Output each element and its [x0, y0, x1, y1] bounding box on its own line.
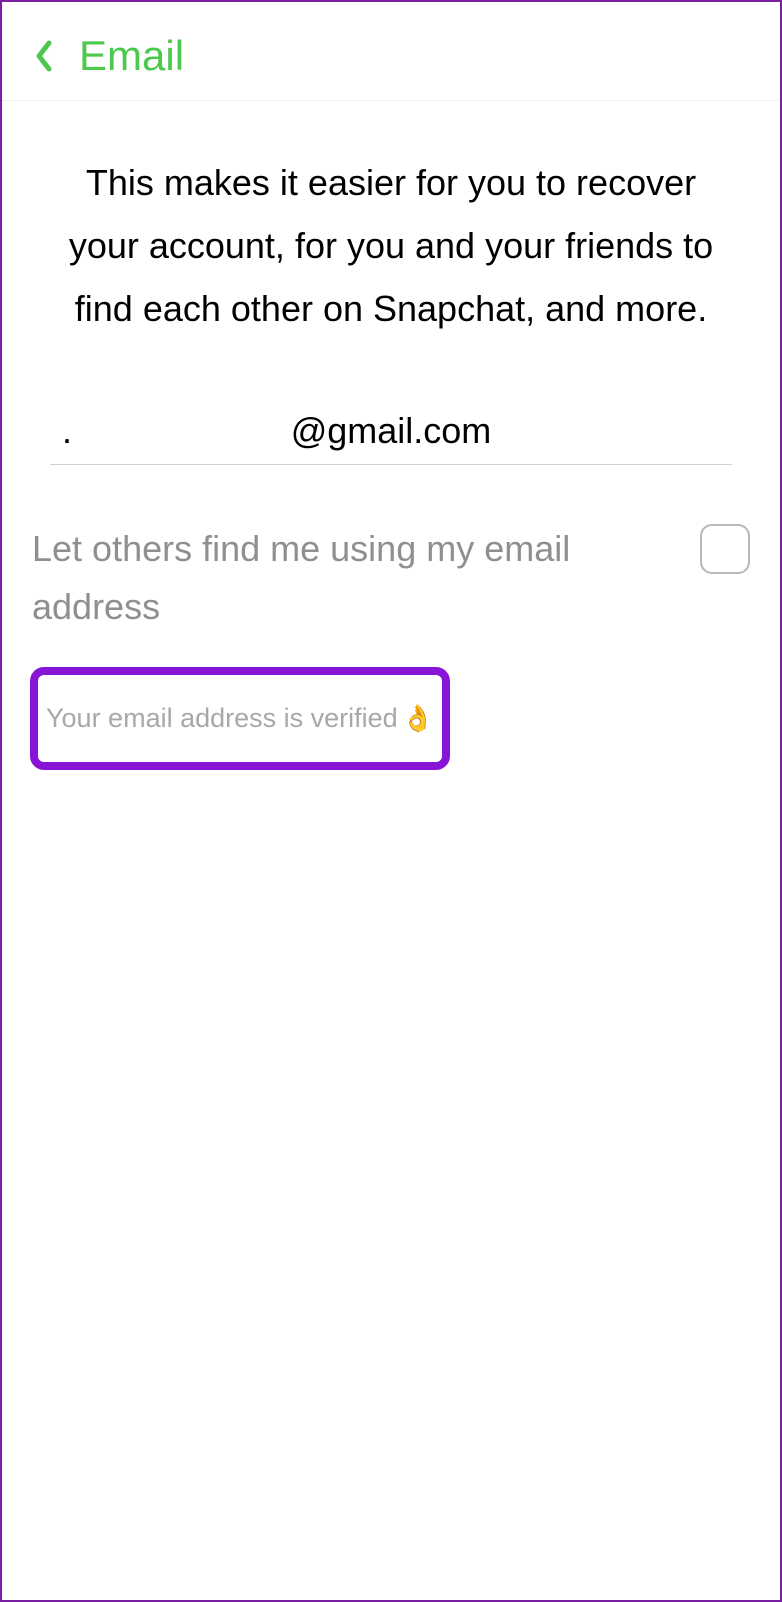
- find-me-label: Let others find me using my email addres…: [32, 520, 680, 635]
- email-partial-dot: .: [62, 410, 72, 452]
- email-input[interactable]: . @gmail.com: [50, 410, 732, 465]
- find-me-checkbox[interactable]: [700, 524, 750, 574]
- header: Email: [2, 2, 780, 101]
- ok-hand-icon: 👌: [402, 703, 434, 734]
- content-area: This makes it easier for you to recover …: [2, 101, 780, 770]
- verified-highlight-box: Your email address is verified 👌: [30, 667, 450, 770]
- find-me-toggle-row: Let others find me using my email addres…: [32, 520, 750, 635]
- verified-status-text: Your email address is verified: [46, 703, 398, 734]
- email-value: @gmail.com: [291, 410, 492, 451]
- description-text: This makes it easier for you to recover …: [32, 151, 750, 340]
- back-chevron-icon[interactable]: [34, 40, 54, 72]
- email-field-container: . @gmail.com: [32, 410, 750, 465]
- page-title: Email: [79, 32, 184, 80]
